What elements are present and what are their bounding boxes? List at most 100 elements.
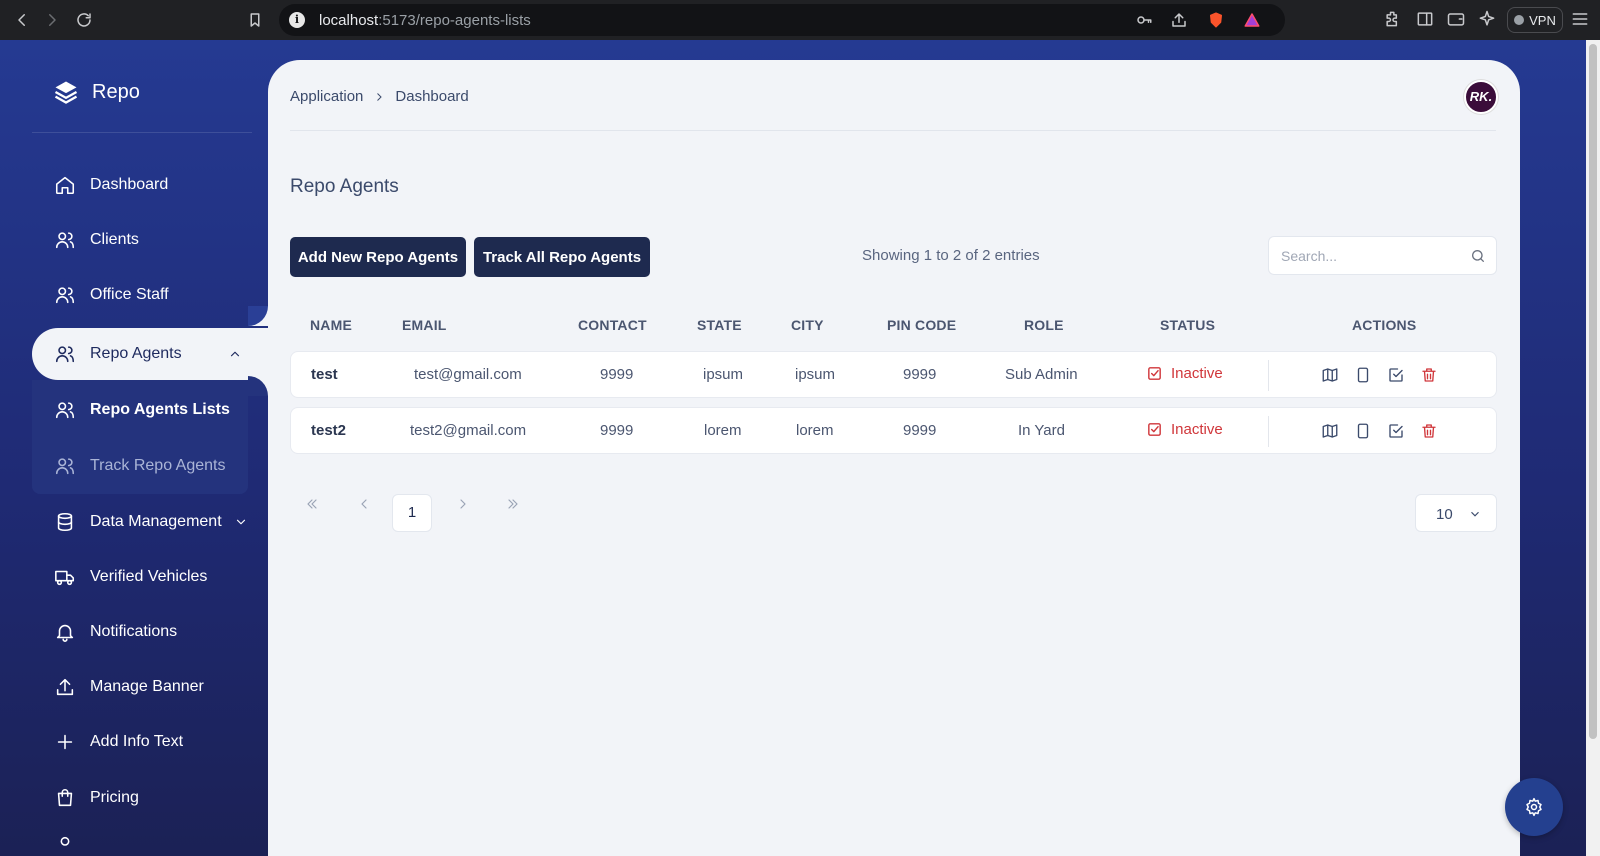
plus-icon (57, 734, 73, 750)
active-tab-corner (248, 376, 268, 396)
scrollbar-thumb[interactable] (1589, 44, 1597, 739)
breadcrumb-item[interactable]: Dashboard (395, 88, 468, 105)
site-info-icon[interactable]: i (289, 12, 305, 28)
brand-name: Repo (92, 80, 140, 103)
search-input[interactable]: Search... (1268, 236, 1497, 275)
table-row[interactable]: test2 test2@gmail.com 9999 lorem lorem 9… (290, 407, 1497, 454)
cell-state: lorem (704, 422, 742, 439)
sidebar-item-label: Data Management (90, 513, 222, 530)
users-icon (55, 458, 75, 475)
delete-icon[interactable] (1420, 422, 1438, 440)
sidebar-item-label: Dashboard (90, 176, 169, 193)
column-divider (1268, 416, 1269, 447)
brave-rewards-icon[interactable] (1243, 11, 1261, 29)
column-header-city: CITY (791, 317, 824, 333)
column-header-role: ROLE (1024, 317, 1064, 333)
edit-icon[interactable] (1387, 366, 1405, 384)
settings-button[interactable] (1505, 778, 1563, 836)
key-icon[interactable] (1135, 11, 1153, 29)
per-page-value: 10 (1436, 506, 1453, 523)
brand-logo[interactable]: Repo (52, 78, 140, 106)
add-repo-agent-button[interactable]: Add New Repo Agents (290, 237, 466, 277)
sidebar-toggle-icon[interactable] (1415, 9, 1437, 31)
bookmark-icon[interactable] (243, 8, 267, 32)
forward-icon[interactable] (40, 8, 64, 32)
cell-state: ipsum (703, 366, 744, 383)
map-icon[interactable] (1321, 422, 1339, 440)
sidebar-item-notifications[interactable]: Notifications (32, 607, 268, 657)
share-icon[interactable] (1170, 11, 1188, 29)
sidebar-subitem-label: Repo Agents Lists (90, 401, 230, 418)
sidebar-item-label: Repo Agents (90, 345, 182, 362)
last-page-icon[interactable] (505, 496, 525, 516)
mobile-icon[interactable] (1354, 422, 1372, 440)
avatar[interactable]: RK. (1464, 80, 1498, 114)
breadcrumb-item[interactable]: Application (290, 88, 363, 105)
wallet-icon[interactable] (1446, 9, 1468, 31)
checkbox-icon (1148, 367, 1161, 380)
cell-city: lorem (796, 422, 834, 439)
sidebar-subitem-track-repo-agents[interactable]: Track Repo Agents (32, 438, 248, 494)
header-divider (290, 130, 1496, 131)
users-icon (55, 287, 75, 304)
cell-role: In Yard (1018, 422, 1065, 439)
back-icon[interactable] (10, 8, 34, 32)
extensions-icon[interactable] (1383, 9, 1405, 31)
prev-page-icon[interactable] (356, 496, 376, 516)
sidebar-item-dashboard[interactable]: Dashboard (32, 160, 268, 210)
search-icon[interactable] (1470, 248, 1486, 264)
leo-ai-icon[interactable] (1477, 9, 1499, 31)
menu-icon[interactable] (1570, 9, 1592, 31)
main-panel: Application Dashboard RK. Repo Agents Ad… (268, 60, 1520, 856)
cell-role: Sub Admin (1005, 366, 1078, 383)
sidebar-divider (32, 132, 252, 133)
column-header-email: EMAIL (402, 317, 447, 333)
sidebar-item-label: Add Info Text (90, 733, 184, 750)
sidebar-item-verified-vehicles[interactable]: Verified Vehicles (32, 552, 268, 602)
browser-toolbar: i localhost:5173/repo-agents-lists VPN (0, 0, 1600, 40)
users-icon (55, 232, 75, 249)
mobile-icon[interactable] (1354, 366, 1372, 384)
sidebar-item-add-info-text[interactable]: Add Info Text (32, 717, 268, 767)
bell-icon (56, 624, 74, 642)
sidebar-subitem-label: Track Repo Agents (90, 457, 226, 474)
status-badge[interactable]: Inactive (1146, 421, 1223, 438)
column-header-contact: CONTACT (578, 317, 647, 333)
sidebar-item-manage-banner[interactable]: Manage Banner (32, 662, 268, 712)
sidebar-item-repo-agents[interactable]: Repo Agents (32, 328, 272, 380)
truck-icon (55, 570, 75, 586)
per-page-select[interactable]: 10 (1415, 494, 1497, 532)
delete-icon[interactable] (1420, 366, 1438, 384)
cell-name: test (311, 366, 338, 383)
database-icon (57, 512, 73, 532)
page-scrollbar[interactable] (1586, 40, 1600, 856)
track-all-repo-agents-button[interactable]: Track All Repo Agents (474, 237, 650, 277)
brave-shield-icon[interactable] (1207, 11, 1225, 29)
address-bar[interactable]: i localhost:5173/repo-agents-lists (279, 4, 1285, 36)
sidebar-item-label: Verified Vehicles (90, 568, 208, 585)
next-page-icon[interactable] (455, 496, 475, 516)
vpn-button[interactable]: VPN (1507, 7, 1563, 33)
cell-name: test2 (311, 422, 347, 439)
sidebar-item-data-management[interactable]: Data Management (32, 497, 268, 547)
status-label: Inactive (1171, 421, 1223, 438)
reload-icon[interactable] (72, 8, 96, 32)
first-page-icon[interactable] (304, 496, 324, 516)
url-text: localhost:5173/repo-agents-lists (319, 12, 531, 29)
column-header-status: STATUS (1160, 317, 1216, 333)
sidebar-subitem-repo-agents-lists[interactable]: Repo Agents Lists (32, 382, 248, 438)
map-icon[interactable] (1321, 366, 1339, 384)
sidebar-item-pricing[interactable]: Pricing (32, 773, 268, 823)
table-row[interactable]: test test@gmail.com 9999 ipsum ipsum 999… (290, 351, 1497, 398)
column-header-actions: ACTIONS (1352, 317, 1417, 333)
page-number-button[interactable]: 1 (392, 494, 432, 532)
shopping-bag-icon (57, 789, 73, 807)
sidebar-item-office-staff[interactable]: Office Staff (32, 270, 268, 320)
edit-icon[interactable] (1387, 422, 1405, 440)
chevron-up-icon (230, 351, 240, 357)
user-icon (60, 836, 70, 846)
sidebar-item-partial[interactable] (32, 828, 268, 856)
status-badge[interactable]: Inactive (1146, 365, 1223, 382)
sidebar-item-clients[interactable]: Clients (32, 215, 268, 265)
cell-pin-code: 9999 (903, 366, 937, 383)
